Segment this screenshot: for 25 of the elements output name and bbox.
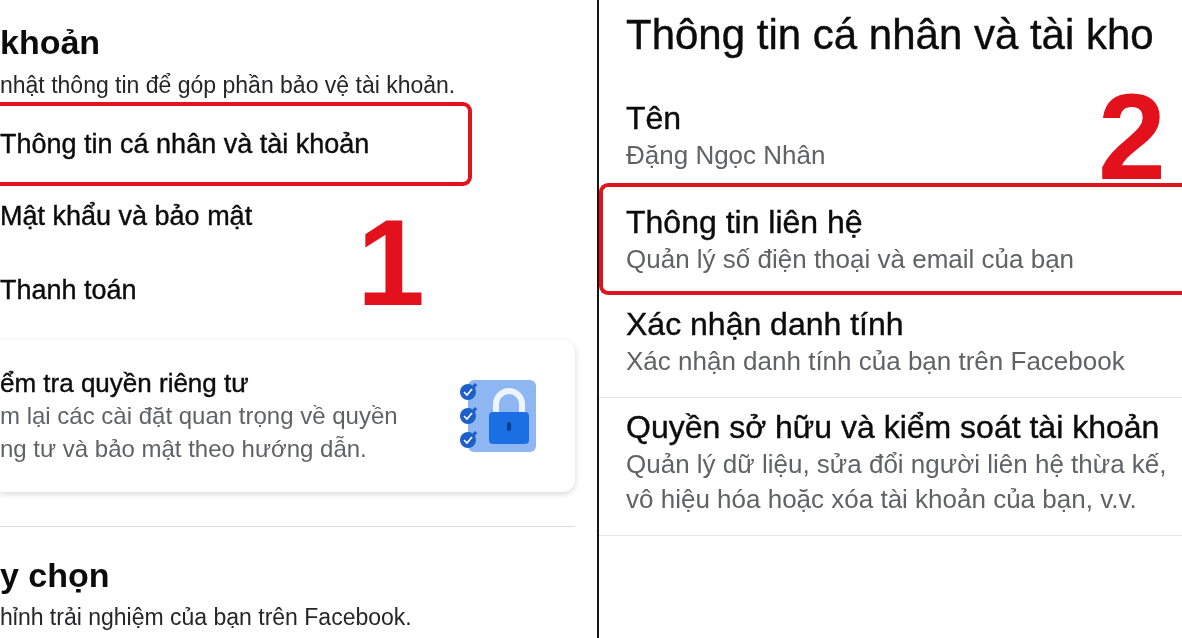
checklist-lock-icon: [459, 378, 537, 454]
section-title: khoản: [0, 22, 101, 63]
card-description: m lại các cài đặt quan trọng về quyền ng tư và bảo mật theo hướng dẫn.: [0, 401, 398, 464]
settings-row[interactable]: Tên Đặng Ngọc Nhân: [599, 89, 838, 183]
step-number: 1: [357, 202, 425, 324]
section-subtitle: hỉnh trải nghiệm của bạn trên Facebook.: [0, 603, 412, 631]
section-subtitle: nhật thông tin để góp phần bảo vệ tài khoản.: [0, 71, 456, 99]
row-subtitle: Xác nhận danh tính của bạn trên Facebook: [626, 345, 1125, 378]
menu-item[interactable]: Thông tin cá nhân và tài khoản: [0, 102, 472, 186]
section-title: y chọn: [0, 555, 110, 596]
row-title: Thông tin liên hệ: [626, 205, 864, 239]
card-title: ểm tra quyền riêng tư: [0, 367, 250, 399]
row-subtitle: Quản lý số điện thoại và email của bạn: [626, 243, 1076, 276]
settings-row[interactable]: Thông tin liên hệ Quản lý số điện thoại và email của bạn: [599, 183, 1182, 295]
menu-item[interactable]: Mật khẩu và bảo mật: [0, 186, 261, 260]
row-title: Xác nhận danh tính: [626, 307, 905, 341]
page-title: Thông tin cá nhân và tài kho: [625, 10, 1154, 60]
menu-item[interactable]: Thanh toán: [0, 260, 145, 334]
row-subtitle: Quản lý dữ liệu, sửa đổi người liên hệ thừa kế, vô hiệu hóa hoặc xóa tài khoản của bạn, v.v.: [626, 448, 1167, 516]
row-title: Quyền sở hữu và kiểm soát tài khoản: [626, 410, 1161, 444]
settings-row[interactable]: Xác nhận danh tính Xác nhận danh tính của bạn trên Facebook: [599, 295, 1137, 397]
row-subtitle: Đặng Ngọc Nhân: [626, 139, 826, 172]
privacy-checkup-card[interactable]: ểm tra quyền riêng tư m lại các cài đặt quan trọng về quyền ng tư và bảo mật theo hướng dẫn.: [0, 340, 575, 492]
settings-row[interactable]: Quyền sở hữu và kiểm soát tài khoản Quản lý dữ liệu, sửa đổi người liên hệ thừa kế, vô hiệu hóa hoặc xóa tài khoản của bạn, v.v.: [599, 398, 1179, 535]
row-title: Tên: [626, 101, 683, 135]
